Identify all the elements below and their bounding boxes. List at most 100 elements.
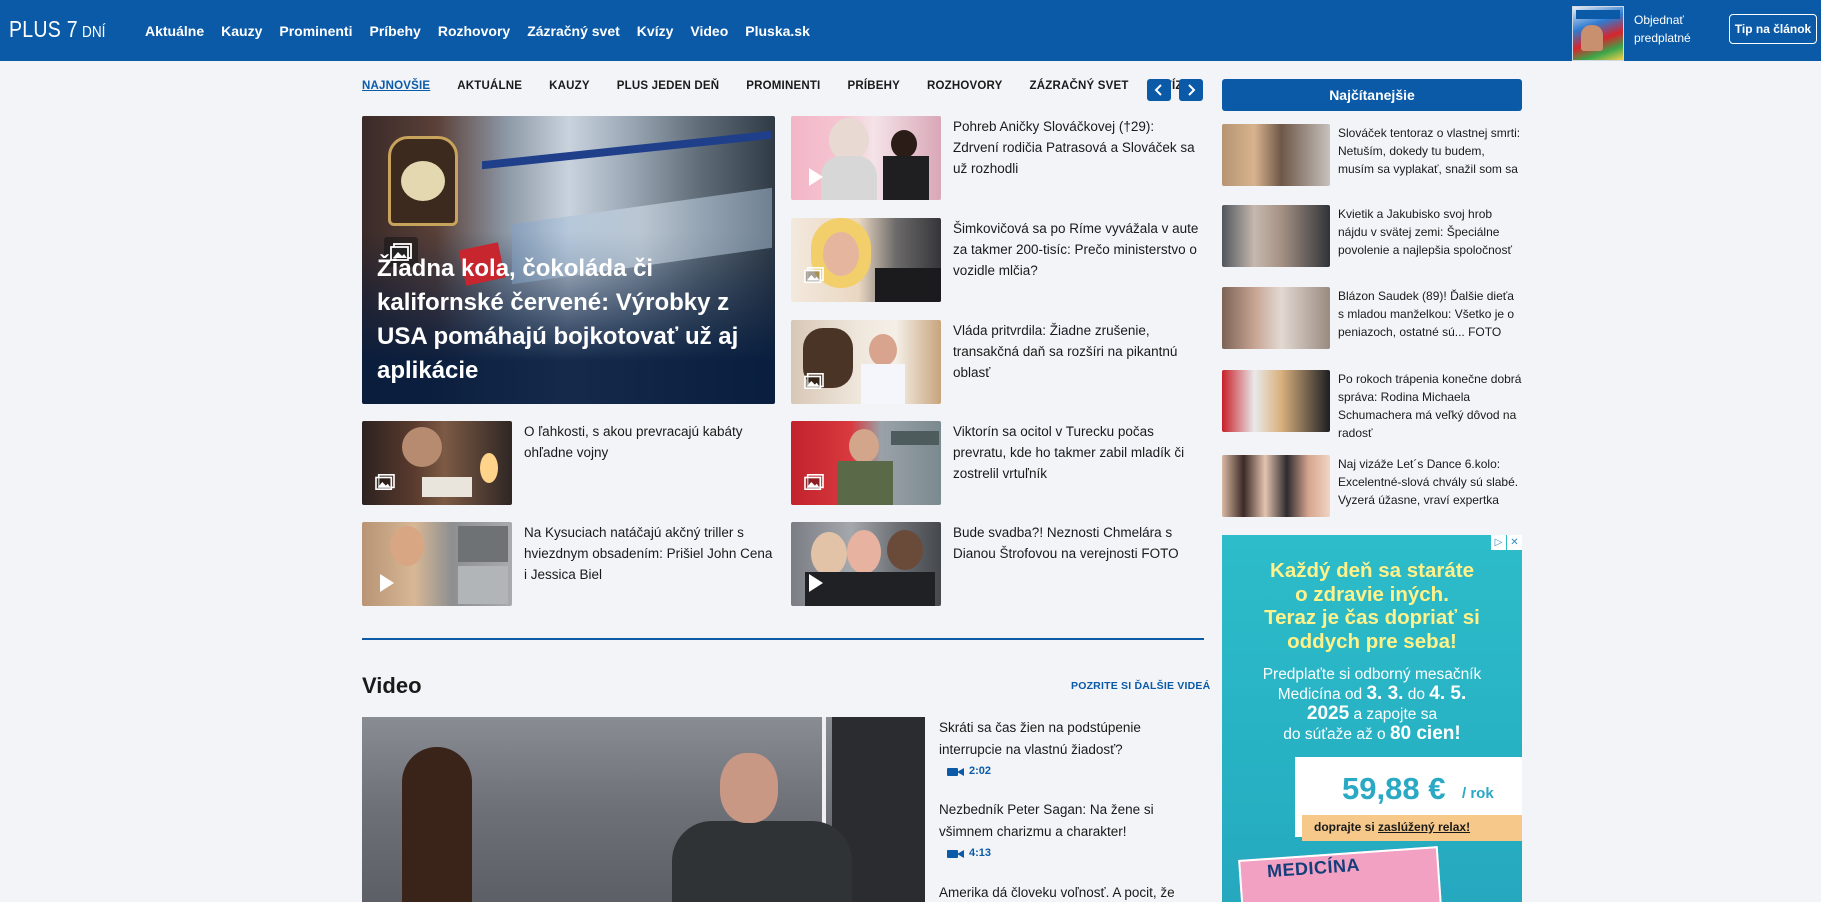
ad-headline-line: o zdravie iných.: [1295, 582, 1449, 606]
ad-close-icon[interactable]: ✕: [1507, 535, 1522, 550]
video-list-item[interactable]: Nezbedník Peter Sagan: Na žene si všimne…: [939, 799, 1199, 864]
hero-image-syrup-jar: [388, 136, 458, 226]
hero-article[interactable]: Žiadna kola, čokoláda či kalifornské čer…: [362, 116, 775, 404]
ad-prize-count: 80 cien!: [1389, 723, 1461, 744]
ad-text: doprajte si: [1314, 820, 1379, 834]
article-thumbnail: [791, 218, 941, 302]
advertisement-banner[interactable]: ▷ ✕ Každý deň sa staráte o zdravie iných…: [1222, 535, 1522, 902]
chevron-left-icon: [1154, 84, 1162, 96]
article-title: O ľahkosti, s akou prevracajú kabáty ohľ…: [524, 424, 743, 460]
article-card[interactable]: Na Kysuciach natáčajú akčný triller s hv…: [362, 522, 774, 606]
tab-prominenti[interactable]: PROMINENTI: [746, 80, 820, 92]
nav-video[interactable]: Video: [690, 23, 728, 39]
video-title: Skráti sa čas žien na podstúpenie interr…: [939, 720, 1141, 757]
video-duration-text: 4:13: [969, 847, 992, 859]
video-duration: 4:13: [947, 847, 991, 859]
article-card[interactable]: Šimkovičová sa po Ríme vyvážala v aute z…: [791, 218, 1203, 302]
most-read-thumbnail: [1222, 205, 1330, 267]
subscribe-line-2: predplatné: [1634, 31, 1691, 45]
gallery-icon: [799, 368, 829, 394]
tab-kauzy[interactable]: KAUZY: [549, 80, 590, 92]
ad-relax-link: zaslúžený relax!: [1378, 820, 1471, 834]
ad-text: do: [1403, 686, 1430, 703]
most-read-thumbnail: [1222, 455, 1330, 517]
article-title: Šimkovičová sa po Ríme vyvážala v aute z…: [953, 221, 1199, 278]
gallery-icon: [799, 262, 829, 288]
more-videos-link[interactable]: POZRITE SI ĎALŠIE VIDEÁ: [1071, 680, 1210, 692]
tab-plus-jeden-den[interactable]: PLUS JEDEN DEŇ: [617, 80, 720, 92]
ad-headline: Každý deň sa staráte o zdravie iných. Te…: [1222, 559, 1522, 653]
most-read-item[interactable]: Slováček tentoraz o vlastnej smrti: Netu…: [1222, 124, 1522, 186]
nav-pluska[interactable]: Pluska.sk: [745, 23, 810, 39]
most-read-thumbnail: [1222, 287, 1330, 349]
chevron-right-icon: [1188, 84, 1196, 96]
tabs-prev-button[interactable]: [1147, 79, 1171, 101]
nav-rozhovory[interactable]: Rozhovory: [438, 23, 510, 39]
tip-button[interactable]: Tip na článok: [1729, 14, 1817, 44]
tabs-next-button[interactable]: [1179, 79, 1203, 101]
subscribe-link[interactable]: Objednať predplatné: [1634, 11, 1704, 47]
nav-zazracny-svet[interactable]: Zázračný svet: [527, 23, 620, 39]
most-read-text: Po rokoch trápenia konečne dobrá správa:…: [1338, 372, 1522, 440]
article-title: Viktorín sa ocitol v Turecku počas prevr…: [953, 424, 1185, 481]
ad-relax-text: doprajte si zaslúžený relax!: [1314, 820, 1470, 834]
video-duration: 2:02: [947, 765, 991, 777]
video-frame-man-body: [672, 821, 852, 902]
hero-title: Žiadna kola, čokoláda či kalifornské čer…: [377, 255, 739, 384]
video-list-item[interactable]: Skráti sa čas žien na podstúpenie interr…: [939, 717, 1199, 782]
article-card[interactable]: Vláda pritvrdila: Žiadne zrušenie, trans…: [791, 320, 1203, 404]
ad-body-line: 2025 a zapojte sa: [1222, 704, 1522, 724]
play-icon: [801, 570, 831, 596]
featured-video-player[interactable]: [362, 717, 925, 902]
video-camera-icon: [947, 766, 964, 777]
video-frame-man-head: [720, 753, 778, 823]
tab-zazracny-svet[interactable]: ZÁZRAČNÝ SVET: [1029, 80, 1128, 92]
video-title: Amerika dá človeku voľnosť. A pocit, že: [939, 885, 1175, 900]
article-thumbnail: [362, 421, 512, 505]
nav-aktualne[interactable]: Aktuálne: [145, 23, 204, 39]
most-read-text: Kvietik a Jakubisko svoj hrob nájdu v sv…: [1338, 207, 1512, 257]
most-read-item[interactable]: Po rokoch trápenia konečne dobrá správa:…: [1222, 370, 1522, 442]
article-card[interactable]: Viktorín sa ocitol v Turecku počas prevr…: [791, 421, 1203, 505]
ad-text: Medicína od: [1277, 686, 1367, 703]
video-duration-text: 2:02: [969, 765, 992, 777]
logo-subtext: DNÍ: [82, 24, 106, 41]
tab-pribehy[interactable]: PRÍBEHY: [847, 80, 900, 92]
article-thumbnail: [791, 421, 941, 505]
ad-body: Predplaťte si odborný mesačník Medicína …: [1222, 665, 1522, 744]
most-read-item[interactable]: Kvietik a Jakubisko svoj hrob nájdu v sv…: [1222, 205, 1522, 267]
ad-controls: ▷ ✕: [1491, 535, 1522, 550]
site-logo[interactable]: PLUS 7 DNÍ: [9, 16, 110, 43]
most-read-item[interactable]: Blázon Saudek (89)! Ďalšie dieťa s mlado…: [1222, 287, 1522, 349]
video-frame-woman: [402, 747, 472, 902]
ad-body-line: Medicína od 3. 3. do 4. 5.: [1222, 684, 1522, 704]
video-section-title: Video: [362, 673, 422, 698]
ad-body-line: Predplaťte si odborný mesačník: [1262, 666, 1482, 683]
ad-text: a zapojte sa: [1349, 706, 1438, 723]
ad-headline-line: Teraz je čas dopriať si: [1264, 606, 1480, 629]
most-read-text: Slováček tentoraz o vlastnej smrti: Netu…: [1338, 126, 1521, 176]
article-thumbnail: [362, 522, 512, 606]
tab-rozhovory[interactable]: ROZHOVORY: [927, 80, 1003, 92]
nav-pribehy[interactable]: Príbehy: [369, 23, 420, 39]
ad-choices-icon[interactable]: ▷: [1491, 535, 1506, 550]
most-read-thumbnail: [1222, 370, 1330, 432]
hero-image-shelf: [482, 130, 772, 170]
article-card[interactable]: Bude svadba?! Neznosti Chmelára s Dianou…: [791, 522, 1203, 606]
subscribe-line-1: Objednať: [1634, 13, 1684, 27]
most-read-title: Najčítanejšie: [1222, 79, 1522, 111]
ad-price-period: / rok: [1462, 785, 1494, 802]
nav-kauzy[interactable]: Kauzy: [221, 23, 262, 39]
play-icon: [801, 164, 831, 190]
tab-najnovsie[interactable]: NAJNOVŠIE: [362, 80, 430, 92]
most-read-item[interactable]: Naj vizáže Let´s Dance 6.kolo: Excelentn…: [1222, 455, 1522, 517]
magazine-cover-thumbnail[interactable]: [1572, 6, 1624, 61]
ad-date-end: 4. 5.: [1429, 683, 1467, 704]
tab-aktualne[interactable]: AKTUÁLNE: [457, 80, 522, 92]
nav-prominenti[interactable]: Prominenti: [279, 23, 352, 39]
nav-kvizy[interactable]: Kvízy: [637, 23, 674, 39]
video-list-item[interactable]: Amerika dá človeku voľnosť. A pocit, že: [939, 882, 1199, 902]
article-card[interactable]: Pohreb Aničky Slováčkovej (†29): Zdrvení…: [791, 116, 1203, 200]
play-icon: [372, 570, 402, 596]
article-card[interactable]: O ľahkosti, s akou prevracajú kabáty ohľ…: [362, 421, 774, 505]
